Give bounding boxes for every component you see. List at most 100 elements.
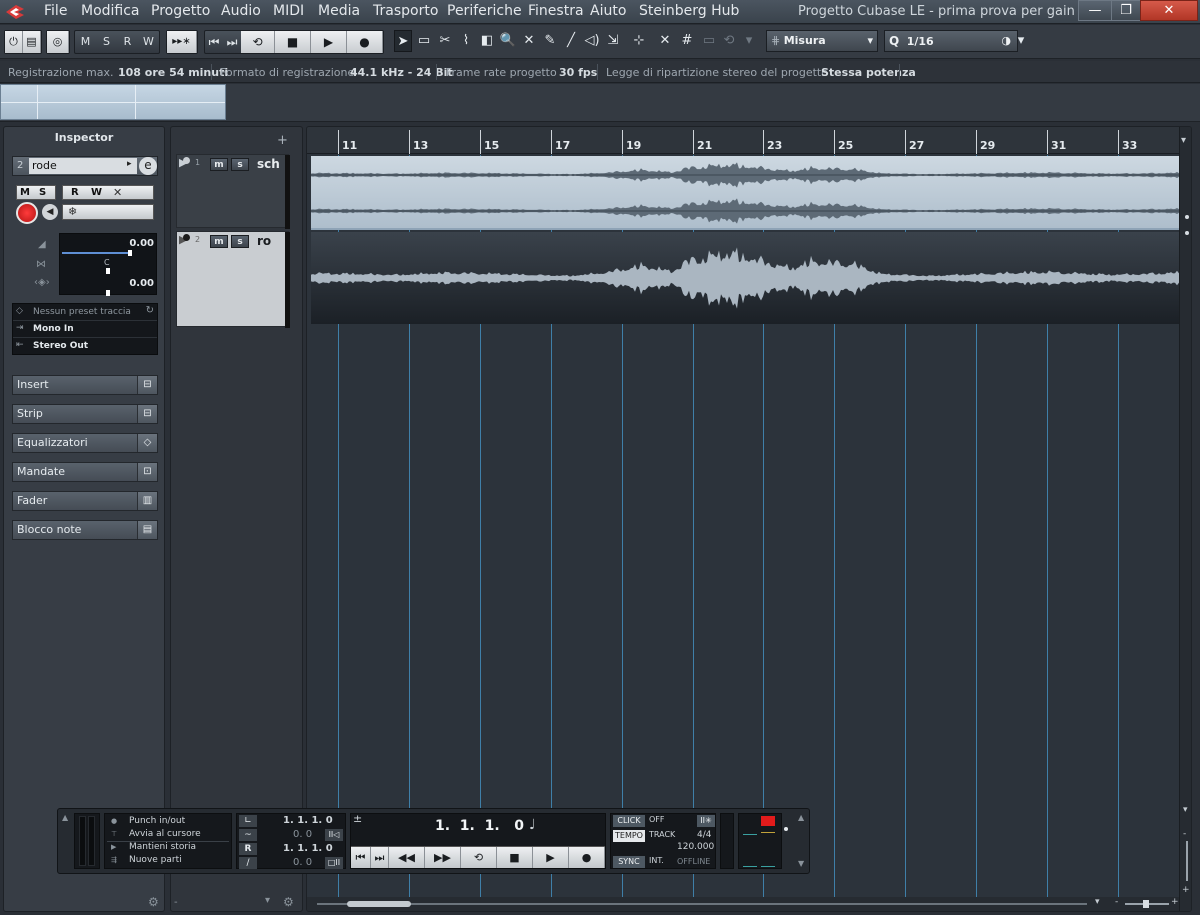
grid-type-dropdown[interactable]: ⋕ Misura ▾ [766, 30, 878, 52]
inspector-section-fader[interactable]: Fader ▥ [12, 491, 158, 511]
track-name[interactable]: ro [257, 234, 271, 248]
erase-icon[interactable]: ◧ [478, 30, 496, 52]
inspector-solo-button[interactable]: S [39, 187, 46, 198]
hzoom-plus-icon[interactable]: + [1171, 897, 1179, 907]
transport-option[interactable]: Mantieni storia [129, 842, 196, 852]
position-plus-icon[interactable]: ± [353, 812, 362, 825]
scroll-right-chevron-icon[interactable]: ▾ [1095, 897, 1100, 907]
inspector-section-insert[interactable]: Insert ⊟ [12, 375, 158, 395]
play-icon[interactable]: ◁) [583, 30, 601, 52]
transport-go-start-button[interactable]: ⏮ [351, 847, 371, 868]
global-mute-button[interactable]: M [75, 31, 96, 53]
quantize-chevron-icon[interactable]: ▾ [1016, 30, 1026, 52]
draw-icon[interactable]: ✎ [541, 30, 559, 52]
menu-midi[interactable]: MIDI [273, 3, 304, 19]
split-icon[interactable]: ✂ [436, 30, 454, 52]
time-signature[interactable]: 4/4 [697, 830, 711, 840]
event-display[interactable]: 11 13 15 17 19 21 23 25 27 29 31 33 ▾ ▾ - + ▾ - [306, 126, 1192, 912]
cubase-logo-icon[interactable] [4, 3, 26, 21]
menu-steinberg-hub[interactable]: Steinberg Hub [639, 3, 739, 19]
rewind-button[interactable]: ◀◀ [389, 847, 425, 868]
zoom-handle[interactable] [1185, 215, 1189, 219]
range-icon[interactable]: ▭ [415, 30, 433, 52]
pre-roll-button[interactable]: ~ [239, 829, 257, 841]
post-roll-value[interactable]: 0. 0 [293, 857, 312, 868]
transport-option[interactable]: Avvia al cursore [129, 829, 201, 839]
menu-finestra[interactable]: Finestra [528, 3, 584, 19]
monitor-speaker-icon[interactable]: ◀ [42, 204, 58, 220]
inspector-mute-button[interactable]: M [20, 187, 30, 198]
fast-forward-button[interactable]: ▶▶ [425, 847, 461, 868]
snap-off-icon[interactable]: ✕ [656, 30, 674, 52]
inspector-read-button[interactable]: R [71, 187, 79, 198]
zoom-icon[interactable]: 🔍 [499, 30, 517, 52]
status-value[interactable]: 44.1 kHz - 24 Bit [350, 66, 453, 79]
transport-scroll-up-icon[interactable]: ▲ [62, 813, 68, 822]
transport-go-end-button[interactable]: ⏭ [371, 847, 389, 868]
horizontal-scrollbar[interactable]: ▾ - + [307, 897, 1179, 911]
post-roll-button[interactable]: ∕ [239, 857, 257, 869]
tempo-value[interactable]: 120.000 [677, 842, 714, 852]
left-locator-value[interactable]: 1. 1. 1. 0 [283, 815, 333, 826]
transport-cycle-button[interactable]: ⟲ [461, 847, 497, 868]
output-routing[interactable]: ⇤ Stereo Out [13, 338, 157, 355]
power-icon[interactable]: ⏻ [5, 31, 23, 53]
input-routing[interactable]: ⇥ Mono In [13, 321, 157, 338]
track-header-sch[interactable]: ▶1mssch [176, 154, 290, 229]
scroll-down-icon[interactable]: ▾ [1183, 805, 1188, 815]
transport-option[interactable]: Nuove parti [129, 855, 182, 865]
inspector-section-strip[interactable]: Strip ⊟ [12, 404, 158, 424]
audio-event-ro[interactable] [311, 232, 1183, 324]
inspector-write-button[interactable]: W [91, 187, 102, 198]
track-name[interactable]: sch [257, 157, 280, 171]
zoom-minus-icon[interactable]: - [1183, 829, 1186, 839]
inspector-section-blocco-note[interactable]: Blocco note ▤ [12, 520, 158, 540]
project-overview[interactable] [0, 84, 1200, 122]
bypass-icon[interactable]: ✕ [113, 186, 122, 199]
glue-icon[interactable]: ⌇ [457, 30, 475, 52]
track-solo-button[interactable]: s [231, 158, 249, 171]
tempo-button[interactable]: TEMPO [613, 830, 645, 842]
left-locator-button[interactable]: ∟ [239, 815, 257, 827]
transport-stop-button[interactable]: ■ [497, 847, 533, 868]
zoom-handle[interactable] [1185, 231, 1189, 235]
preset-reset-icon[interactable]: ↻ [146, 305, 154, 316]
audio-event-sch[interactable] [311, 156, 1183, 230]
status-value[interactable]: 30 fps [559, 66, 597, 79]
tracklist-settings-icon[interactable]: ⚙ [283, 895, 294, 909]
vertical-zoom-slider[interactable] [1186, 841, 1188, 881]
menu-aiuto[interactable]: Aiuto [590, 3, 626, 19]
close-button[interactable]: ✕ [1140, 0, 1198, 21]
inspector-settings-icon[interactable]: ⚙ [148, 895, 159, 909]
volume-handle[interactable] [128, 250, 132, 256]
tracklist-zoom-minus-icon[interactable]: - [174, 897, 178, 908]
track-mute-button[interactable]: m [210, 158, 228, 171]
menu-periferiche[interactable]: Periferiche [447, 3, 522, 19]
global-solo-button[interactable]: S [96, 31, 117, 53]
hzoom-minus-icon[interactable]: - [1115, 897, 1118, 907]
transport-play-button[interactable]: ▶ [533, 847, 569, 868]
preset-row[interactable]: ◇ Nessun preset traccia ↻ [13, 304, 157, 321]
click-settings-icon[interactable]: II✳ [697, 815, 715, 827]
delay-handle[interactable] [106, 290, 110, 296]
cycle-button[interactable]: ⟲ [241, 31, 275, 53]
mute-icon[interactable]: ✕ [520, 30, 538, 52]
click-button[interactable]: CLICK [613, 815, 645, 827]
layout-icon[interactable]: ▤ [23, 31, 41, 53]
mute-icon2[interactable]: ⇲ [604, 30, 622, 52]
automation-mode-icon[interactable]: ▸▸∗ [167, 31, 197, 53]
maximize-button[interactable]: ❐ [1111, 0, 1141, 21]
ruler-options-chevron-icon[interactable]: ▾ [1181, 135, 1186, 146]
select-arrow-icon[interactable]: ➤ [394, 30, 412, 52]
zoom-plus-icon[interactable]: + [1182, 885, 1190, 895]
pre-roll-toggle[interactable]: II◁ [325, 829, 343, 841]
ruler[interactable]: 11 13 15 17 19 21 23 25 27 29 31 33 [307, 127, 1179, 154]
inspector-section-mandate[interactable]: Mandate ⊡ [12, 462, 158, 482]
vertical-scrollbar[interactable]: ▾ ▾ - + [1179, 127, 1191, 911]
transport-scroll-right-down-icon[interactable]: ▼ [798, 859, 804, 868]
play-button[interactable]: ▶ [311, 31, 347, 53]
track-mute-button[interactable]: m [210, 235, 228, 248]
go-to-end-button[interactable]: ⏭ [223, 31, 241, 53]
track-solo-button[interactable]: s [231, 235, 249, 248]
menu-progetto[interactable]: Progetto [151, 3, 210, 19]
